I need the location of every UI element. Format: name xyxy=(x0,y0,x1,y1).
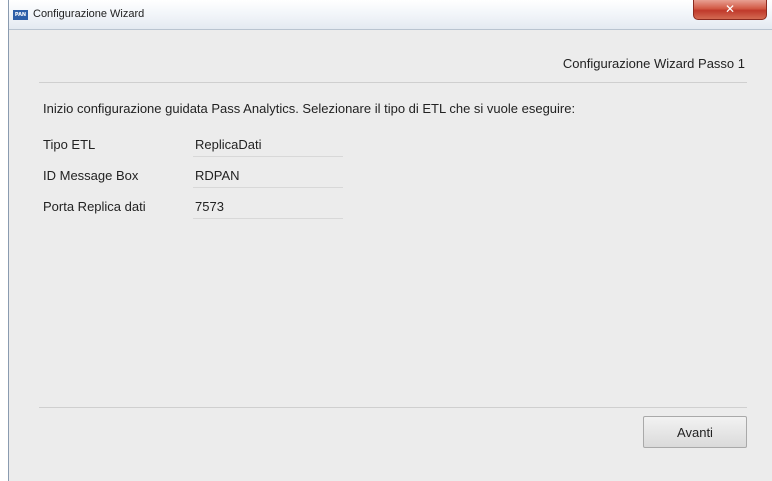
field-label: Tipo ETL xyxy=(43,137,96,152)
field-label: ID Message Box xyxy=(43,168,139,183)
step-title: Configurazione Wizard Passo 1 xyxy=(562,56,745,71)
field-label: Porta Replica dati xyxy=(43,199,146,214)
wizard-window: PAN Configurazione Wizard ✕ Configurazio… xyxy=(8,0,772,481)
footer-divider xyxy=(39,407,747,408)
porta-replica-field[interactable]: 7573 xyxy=(193,197,343,219)
header-divider xyxy=(39,82,747,83)
id-message-box-field[interactable]: RDPAN xyxy=(193,166,343,188)
title-bar[interactable]: PAN Configurazione Wizard ✕ xyxy=(9,0,772,30)
avanti-button[interactable]: Avanti xyxy=(643,416,747,448)
close-button[interactable]: ✕ xyxy=(693,0,767,20)
window-title: Configurazione Wizard xyxy=(33,8,145,20)
tipo-etl-field[interactable]: ReplicaDati xyxy=(193,135,343,157)
intro-text: Inizio configurazione guidata Pass Analy… xyxy=(43,101,576,116)
app-icon: PAN xyxy=(13,10,28,20)
close-icon: ✕ xyxy=(724,2,736,16)
